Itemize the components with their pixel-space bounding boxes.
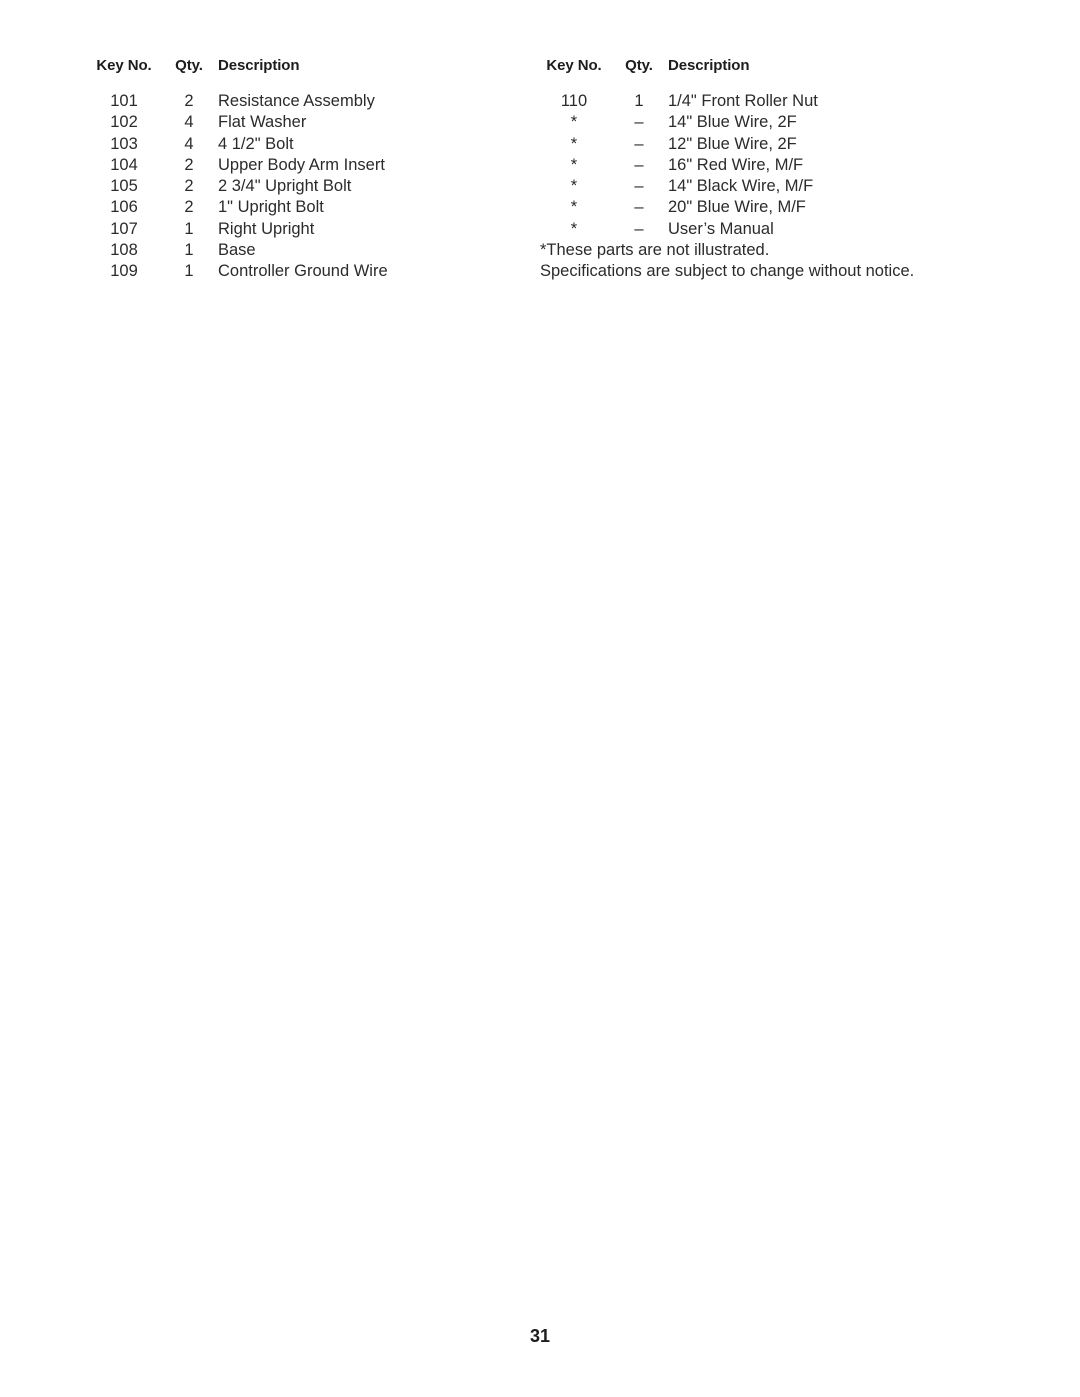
table-row: 109 1 Controller Ground Wire bbox=[88, 261, 518, 282]
table-row: 103 4 4 1/2" Bolt bbox=[88, 134, 518, 155]
cell-key-no: 108 bbox=[110, 241, 138, 260]
cell-key-no: 107 bbox=[110, 219, 138, 238]
cell-description: 2 3/4" Upright Bolt bbox=[218, 177, 352, 196]
table-row: 102 4 Flat Washer bbox=[88, 112, 518, 133]
cell-key-no: 106 bbox=[110, 198, 138, 217]
cell-qty: – bbox=[634, 134, 644, 153]
cell-key-no: * bbox=[570, 134, 578, 153]
cell-qty: 4 bbox=[184, 113, 194, 132]
cell-description: 14" Black Wire, M/F bbox=[668, 177, 814, 196]
parts-column-left: Key No. Qty. Description 101 2 Resistanc… bbox=[88, 58, 538, 283]
footnote-specifications: Specifications are subject to change wit… bbox=[540, 262, 915, 281]
table-row: * – 14" Black Wire, M/F bbox=[538, 176, 968, 197]
table-row: * – 16" Red Wire, M/F bbox=[538, 155, 968, 176]
cell-description: 14" Blue Wire, 2F bbox=[668, 113, 797, 132]
cell-description: Right Upright bbox=[218, 219, 315, 238]
column-header-description: Description bbox=[218, 57, 300, 74]
table-row: 104 2 Upper Body Arm Insert bbox=[88, 155, 518, 176]
cell-description: 1" Upright Bolt bbox=[218, 198, 324, 217]
table-row: * – 12" Blue Wire, 2F bbox=[538, 134, 968, 155]
cell-key-no: * bbox=[570, 155, 578, 174]
footnotes: *These parts are not illustrated. Specif… bbox=[538, 240, 988, 283]
cell-description: Controller Ground Wire bbox=[218, 262, 388, 281]
column-header-qty: Qty. bbox=[625, 57, 653, 74]
cell-description: User’s Manual bbox=[668, 219, 774, 238]
page-number: 31 bbox=[529, 1326, 551, 1346]
cell-qty: 2 bbox=[184, 177, 194, 196]
cell-description: 1/4" Front Roller Nut bbox=[668, 92, 818, 110]
table-row: 110 1 1/4" Front Roller Nut bbox=[538, 91, 968, 112]
table-header-right: Key No. Qty. Description bbox=[538, 58, 968, 91]
column-header-qty: Qty. bbox=[175, 57, 203, 74]
cell-key-no: * bbox=[570, 113, 578, 132]
cell-description: Upper Body Arm Insert bbox=[218, 155, 385, 174]
cell-qty: 2 bbox=[184, 92, 194, 110]
table-header-row: Key No. Qty. Description bbox=[88, 58, 518, 91]
document-page: Key No. Qty. Description 101 2 Resistanc… bbox=[0, 0, 1080, 1397]
footnote-not-illustrated: *These parts are not illustrated. bbox=[540, 241, 770, 260]
table-row: 101 2 Resistance Assembly bbox=[88, 91, 518, 112]
cell-description: 4 1/2" Bolt bbox=[218, 134, 294, 153]
cell-qty: – bbox=[634, 219, 644, 238]
cell-description: 12" Blue Wire, 2F bbox=[668, 134, 797, 153]
cell-qty: 2 bbox=[184, 198, 194, 217]
cell-description: 20" Blue Wire, M/F bbox=[668, 198, 806, 217]
cell-key-no: 104 bbox=[110, 155, 138, 174]
cell-qty: – bbox=[634, 113, 644, 132]
table-row: 108 1 Base bbox=[88, 240, 518, 261]
cell-description: 16" Red Wire, M/F bbox=[668, 155, 804, 174]
table-row: 105 2 2 3/4" Upright Bolt bbox=[88, 176, 518, 197]
table-row: 107 1 Right Upright bbox=[88, 219, 518, 240]
parts-column-right: Key No. Qty. Description 110 1 1/4" Fron… bbox=[538, 58, 988, 283]
cell-qty: 1 bbox=[184, 241, 194, 260]
cell-qty: – bbox=[634, 177, 644, 196]
cell-qty: – bbox=[634, 155, 644, 174]
cell-description: Resistance Assembly bbox=[218, 92, 375, 110]
cell-key-no: * bbox=[570, 198, 578, 217]
column-header-key-no: Key No. bbox=[546, 57, 602, 74]
column-header-description: Description bbox=[668, 57, 750, 74]
cell-key-no: 103 bbox=[110, 134, 138, 153]
table-body-left: 101 2 Resistance Assembly 102 4 Flat Was… bbox=[88, 91, 518, 283]
cell-qty: 1 bbox=[184, 262, 194, 281]
cell-qty: 1 bbox=[634, 92, 644, 110]
cell-qty: 4 bbox=[184, 134, 194, 153]
table-row: * – 14" Blue Wire, 2F bbox=[538, 112, 968, 133]
cell-qty: – bbox=[634, 198, 644, 217]
table-header-left: Key No. Qty. Description bbox=[88, 58, 518, 91]
table-body-right: 110 1 1/4" Front Roller Nut * – 14" Blue… bbox=[538, 91, 968, 240]
parts-table-left: Key No. Qty. Description 101 2 Resistanc… bbox=[88, 58, 518, 283]
cell-description: Flat Washer bbox=[218, 113, 307, 132]
cell-key-no: * bbox=[570, 219, 578, 238]
cell-key-no: 101 bbox=[110, 92, 138, 110]
cell-qty: 2 bbox=[184, 155, 194, 174]
cell-key-no: 102 bbox=[110, 113, 138, 132]
parts-list-columns: Key No. Qty. Description 101 2 Resistanc… bbox=[0, 58, 1080, 283]
cell-key-no: 105 bbox=[110, 177, 138, 196]
parts-table-right: Key No. Qty. Description 110 1 1/4" Fron… bbox=[538, 58, 968, 240]
table-row: * – User’s Manual bbox=[538, 219, 968, 240]
cell-key-no: 109 bbox=[110, 262, 138, 281]
column-header-key-no: Key No. bbox=[96, 57, 152, 74]
table-row: * – 20" Blue Wire, M/F bbox=[538, 197, 968, 218]
cell-key-no: 110 bbox=[560, 92, 588, 110]
cell-qty: 1 bbox=[184, 219, 194, 238]
cell-key-no: * bbox=[570, 177, 578, 196]
table-row: 106 2 1" Upright Bolt bbox=[88, 197, 518, 218]
cell-description: Base bbox=[218, 241, 256, 260]
table-header-row: Key No. Qty. Description bbox=[538, 58, 968, 91]
